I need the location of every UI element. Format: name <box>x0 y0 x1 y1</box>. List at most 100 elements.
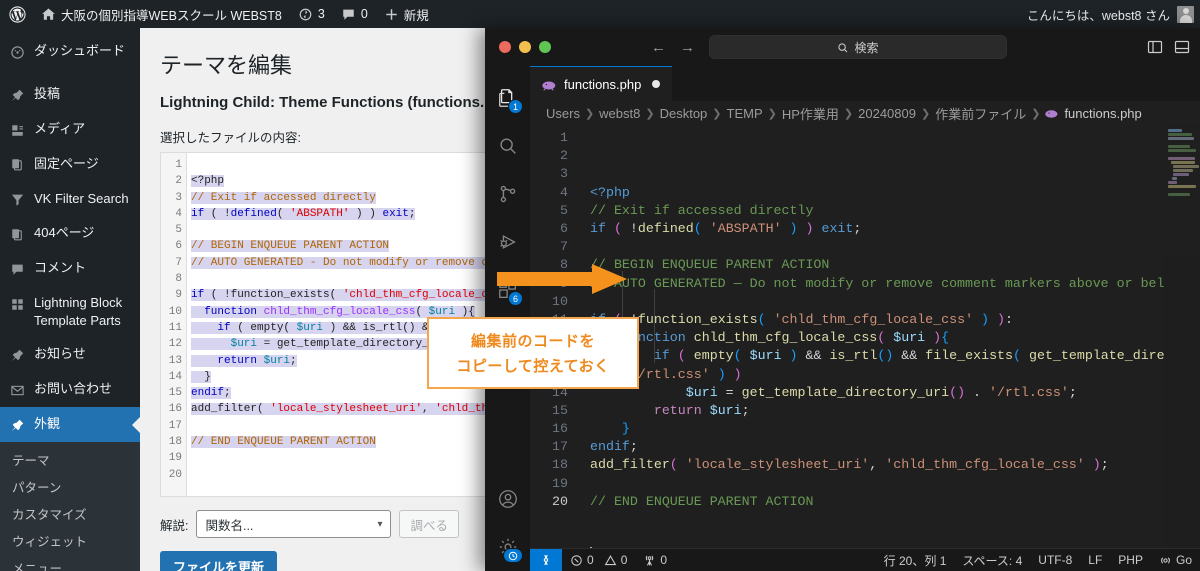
settings-clock-badge <box>503 548 523 563</box>
sidebar-item-contact[interactable]: お問い合わせ <box>0 372 140 407</box>
sidebar-item-lightning-block-template-parts[interactable]: Lightning Block Template Parts <box>0 286 140 337</box>
line-number: 16 <box>552 421 568 437</box>
update-file-button[interactable]: ファイルを更新 <box>160 551 278 571</box>
panel-layout-icon[interactable] <box>1174 38 1190 56</box>
unsaved-dot-icon[interactable] <box>652 80 661 88</box>
chevron-right-icon: ❯ <box>645 107 655 120</box>
command-search-bar[interactable]: 検索 <box>709 35 1007 59</box>
line-number: 17 <box>552 439 568 455</box>
sidebar-item-dashboard[interactable]: ダッシュボード <box>0 34 140 69</box>
sidebar-item-media[interactable]: メディア <box>0 112 140 147</box>
breadcrumb-item[interactable]: Desktop <box>660 106 708 121</box>
submenu-item-menus[interactable]: メニュー <box>0 556 140 571</box>
chevron-right-icon: ❯ <box>920 107 931 120</box>
comments-count: 0 <box>360 7 368 21</box>
maximize-window-button[interactable] <box>539 41 551 53</box>
search-placeholder-label: 検索 <box>854 40 879 55</box>
wordpress-logo-icon[interactable] <box>0 0 33 28</box>
breadcrumb-item[interactable]: Users <box>546 106 580 121</box>
status-bar-right: 行 20、列 1 スペース: 4 UTF-8 LF PHP Go <box>876 552 1200 569</box>
line-number: 5 <box>560 202 568 218</box>
editor-code-content[interactable]: <?php// Exit if accessed directly if ( !d… <box>576 125 1164 548</box>
pages-icon <box>9 224 26 243</box>
submenu-item-widgets[interactable]: ウィジェット <box>0 529 140 556</box>
sidebar-item-404-page[interactable]: 404ページ <box>0 216 140 251</box>
breadcrumb-item[interactable]: TEMP <box>727 106 763 121</box>
close-window-button[interactable] <box>499 41 511 53</box>
language-mode-status[interactable]: PHP <box>1110 553 1151 567</box>
sidebar-item-news[interactable]: お知らせ <box>0 337 140 372</box>
cursor-position-status[interactable]: 行 20、列 1 <box>876 552 955 569</box>
activity-account-icon[interactable] <box>485 475 530 523</box>
annotation-arrow <box>497 264 627 294</box>
breadcrumb-item[interactable]: 20240809 <box>858 106 916 121</box>
tab-functions-php[interactable]: functions.php <box>530 66 673 101</box>
function-lookup-value: 関数名... <box>205 518 254 533</box>
function-lookup-select[interactable]: 関数名... ▾ <box>196 510 392 538</box>
submenu-item-customize[interactable]: カスタマイズ <box>0 502 140 529</box>
wp-admin-bar: 大阪の個別指導WEBスクール WEBST8 3 0 新規 こんにちは、webst… <box>0 0 1200 28</box>
pin-icon <box>9 345 26 364</box>
home-icon <box>41 6 56 21</box>
text-cursor <box>590 547 592 548</box>
comments-item[interactable]: 0 <box>333 0 376 28</box>
go-live-status[interactable]: Go <box>1151 553 1200 567</box>
chevron-right-icon: ❯ <box>843 107 854 120</box>
updates-item[interactable]: 3 <box>290 0 333 28</box>
line-number: 3 <box>560 166 568 182</box>
vscode-status-bar: 0 0 0 行 20、列 1 スペース: 4 UTF-8 LF PHP Go <box>530 548 1200 571</box>
avatar[interactable] <box>1177 5 1194 23</box>
indentation-status[interactable]: スペース: 4 <box>954 552 1030 569</box>
mail-icon <box>9 380 26 399</box>
minimize-window-button[interactable] <box>519 41 531 53</box>
activity-source-control-icon[interactable] <box>485 170 530 218</box>
submenu-item-patterns[interactable]: パターン <box>0 475 140 502</box>
new-content-item[interactable]: 新規 <box>376 0 437 28</box>
annotation-line-2: コピーして控えておく <box>456 358 610 375</box>
activity-settings-gear-icon[interactable] <box>485 523 530 571</box>
broadcast-icon <box>1159 553 1172 567</box>
submenu-item-themes[interactable]: テーマ <box>0 448 140 475</box>
line-number: 1 <box>560 130 568 145</box>
error-circle-icon <box>570 553 583 567</box>
annotation-callout: 編集前のコードを コピーして控えておく <box>427 317 639 389</box>
split-editor-icon[interactable] <box>1147 38 1163 56</box>
activity-run-debug-icon[interactable] <box>485 218 530 266</box>
ports-count: 0 <box>660 552 668 567</box>
breadcrumb-item-file[interactable]: functions.php <box>1064 106 1141 121</box>
sidebar-item-label: お問い合わせ <box>34 381 113 397</box>
activity-explorer-icon[interactable]: 1 <box>485 74 530 122</box>
breadcrumb-item[interactable]: HP作業用 <box>782 104 839 123</box>
breadcrumb-item[interactable]: webst8 <box>599 106 640 121</box>
activity-search-icon[interactable] <box>485 122 530 170</box>
annotation-line-1: 編集前のコードを <box>470 333 595 350</box>
site-name-item[interactable]: 大阪の個別指導WEBスクール WEBST8 <box>33 0 290 28</box>
problems-status[interactable]: 0 0 <box>562 553 635 567</box>
editor-minimap[interactable] <box>1164 125 1200 548</box>
lookup-button[interactable]: 調べる <box>399 510 459 538</box>
sidebar-item-comments[interactable]: コメント <box>0 251 140 286</box>
breadcrumb: Users ❯ webst8 ❯ Desktop ❯ TEMP ❯ HP作業用 … <box>530 101 1200 125</box>
sidebar-item-posts[interactable]: 投稿 <box>0 77 140 112</box>
chevron-right-icon: ❯ <box>767 107 777 120</box>
arrow-right-icon[interactable]: → <box>680 39 695 56</box>
sidebar-item-appearance[interactable]: 外観 <box>0 407 140 442</box>
sidebar-item-label: 投稿 <box>34 85 61 101</box>
ports-status[interactable]: 0 <box>635 553 675 567</box>
wp-editor-gutter: 1 2 3 4 5 6 7 8 9 10 11 12 13 14 15 16 17 18 19 20 <box>161 153 187 496</box>
sidebar-item-vk-filter-search[interactable]: VK Filter Search <box>0 182 140 217</box>
breadcrumb-item[interactable]: 作業前ファイル <box>935 104 1026 123</box>
arrow-left-icon[interactable]: ← <box>651 39 666 56</box>
sidebar-item-label: コメント <box>34 260 87 276</box>
encoding-status[interactable]: UTF-8 <box>1030 553 1080 567</box>
chevron-right-icon: ❯ <box>1031 107 1041 120</box>
sidebar-item-label: 404ページ <box>34 225 95 241</box>
new-content-label: 新規 <box>403 8 429 23</box>
line-number-current: 20 <box>552 493 568 509</box>
eol-status[interactable]: LF <box>1080 553 1110 567</box>
window-traffic-lights <box>495 41 551 53</box>
sidebar-item-pages[interactable]: 固定ページ <box>0 147 140 182</box>
search-icon <box>837 40 849 54</box>
remote-window-icon[interactable] <box>530 548 562 571</box>
greeting-label[interactable]: こんにちは、webst8 さん <box>1027 5 1170 24</box>
